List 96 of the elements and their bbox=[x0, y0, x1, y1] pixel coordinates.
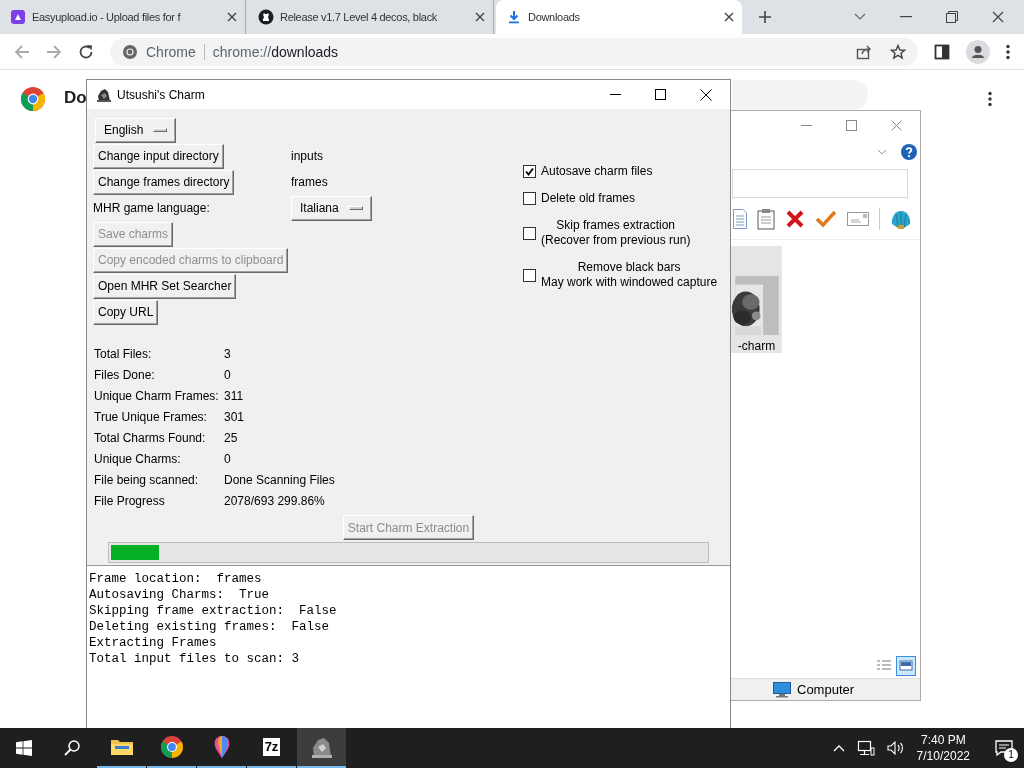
console-line: Deleting existing frames: False bbox=[89, 619, 331, 635]
stat-label: File being scanned: bbox=[94, 472, 199, 487]
app-icon bbox=[96, 86, 112, 103]
notification-button[interactable]: 1 bbox=[984, 728, 1024, 768]
star-icon[interactable] bbox=[890, 43, 906, 60]
document-icon[interactable] bbox=[733, 208, 747, 229]
profile-icon[interactable] bbox=[966, 39, 990, 64]
action-button[interactable]: Open MHR Set Searcher bbox=[93, 273, 237, 299]
stat-label: Total Charms Found: bbox=[94, 430, 206, 445]
stat-label: Unique Charms: bbox=[94, 451, 181, 466]
site-chip: Chrome bbox=[146, 43, 205, 60]
checkbox[interactable] bbox=[523, 192, 536, 205]
clock[interactable]: 7:40 PM 7/10/2022 bbox=[916, 732, 970, 764]
stat-value: 3 bbox=[224, 346, 231, 361]
stat-value: Done Scanning Files bbox=[224, 472, 335, 487]
stat-value: 25 bbox=[224, 430, 238, 445]
chevron-down-icon[interactable] bbox=[854, 13, 866, 21]
action-button[interactable]: Change frames directory bbox=[93, 169, 235, 195]
site-icon bbox=[10, 9, 26, 25]
console-line: Extracting Frames bbox=[89, 635, 218, 651]
volume-icon[interactable] bbox=[886, 740, 905, 756]
search-field[interactable] bbox=[732, 80, 868, 110]
option-label: Autosave charm files bbox=[541, 164, 653, 179]
close-icon[interactable] bbox=[992, 11, 1004, 23]
minimize-icon[interactable] bbox=[900, 16, 912, 18]
status-text: Computer bbox=[797, 682, 855, 697]
checkbox[interactable] bbox=[523, 165, 536, 178]
search-icon bbox=[64, 740, 80, 756]
maximize-icon[interactable] bbox=[655, 89, 666, 100]
shell-icon[interactable] bbox=[890, 208, 912, 229]
new-tab-icon[interactable] bbox=[758, 10, 772, 24]
delete-icon[interactable] bbox=[785, 208, 805, 229]
archive-icon: 7z bbox=[262, 738, 281, 756]
window-title: Utsushi's Charm bbox=[117, 87, 205, 102]
app-icon bbox=[309, 735, 334, 759]
minimize-icon[interactable] bbox=[801, 124, 812, 126]
windows-icon bbox=[16, 740, 32, 756]
browser-tab[interactable]: Easyupload.io - Upload files for f bbox=[0, 0, 246, 34]
envelope-icon[interactable] bbox=[847, 211, 869, 226]
stat-value: 0 bbox=[224, 367, 231, 382]
chrome-logo-icon bbox=[21, 87, 45, 111]
network-icon[interactable] bbox=[856, 740, 875, 756]
check-icon[interactable] bbox=[815, 209, 837, 228]
share-icon[interactable] bbox=[856, 43, 872, 60]
console-line: Frame location: frames bbox=[89, 571, 263, 587]
close-icon[interactable] bbox=[724, 12, 734, 22]
language-menu[interactable]: English bbox=[95, 117, 177, 143]
reload-icon[interactable] bbox=[78, 43, 94, 60]
download-icon bbox=[506, 9, 522, 25]
stat-value: 301 bbox=[224, 409, 245, 424]
option-label: Delete old frames bbox=[541, 191, 636, 206]
console-line: Autosaving Charms: True bbox=[89, 587, 271, 603]
stat-label: True Unique Frames: bbox=[94, 409, 207, 424]
url-text: chrome://downloads bbox=[212, 43, 339, 60]
option-label: Skip frames extraction (Recover from previous run) bbox=[541, 218, 691, 248]
more-icon[interactable] bbox=[988, 91, 992, 107]
browser-tab[interactable]: Release v1.7 Level 4 decos, black bbox=[248, 0, 494, 34]
help-icon[interactable] bbox=[901, 144, 917, 160]
checkbox[interactable] bbox=[523, 226, 536, 240]
close-icon[interactable] bbox=[475, 12, 485, 22]
caret-up-icon[interactable] bbox=[832, 744, 845, 752]
checkbox[interactable] bbox=[523, 268, 536, 282]
directory-value: inputs bbox=[291, 149, 324, 163]
stat-label: Files Done: bbox=[94, 367, 155, 382]
close-icon[interactable] bbox=[227, 12, 237, 22]
side-panel-icon[interactable] bbox=[934, 43, 950, 60]
stat-value: 311 bbox=[224, 388, 244, 403]
action-button[interactable]: Copy URL bbox=[93, 299, 159, 325]
address-field[interactable] bbox=[732, 169, 908, 198]
field-label: MHR game language: bbox=[93, 201, 210, 215]
clipboard-icon[interactable] bbox=[757, 207, 775, 230]
message-icon bbox=[995, 740, 1013, 756]
stat-value: 2078/693 299.86% bbox=[224, 493, 325, 508]
console-line: Skipping frame extraction: False bbox=[89, 603, 338, 619]
option-label: Remove black bars May work with windowed capture bbox=[541, 260, 718, 290]
notification-count: 1 bbox=[1004, 748, 1018, 762]
directory-value: frames bbox=[291, 175, 328, 189]
stat-label: File Progress bbox=[94, 493, 165, 508]
stat-label: Total Files: bbox=[94, 346, 152, 361]
console-line: Total input files to scan: 3 bbox=[89, 651, 301, 667]
browser-tab[interactable]: Downloads bbox=[496, 0, 742, 34]
page-heading: Do bbox=[64, 88, 87, 108]
stat-value: 0 bbox=[224, 451, 231, 466]
restore-icon[interactable] bbox=[946, 11, 958, 23]
action-button[interactable]: Change input directory bbox=[93, 143, 224, 169]
file-name: -charm bbox=[737, 339, 776, 353]
close-icon[interactable] bbox=[700, 88, 712, 101]
file-tile[interactable]: -charm bbox=[731, 246, 782, 353]
stat-label: Unique Charm Frames: bbox=[94, 388, 219, 403]
more-icon[interactable] bbox=[1006, 43, 1010, 60]
game-language-menu[interactable]: Italiana bbox=[291, 195, 372, 221]
preview-view-icon[interactable] bbox=[896, 656, 916, 676]
monitor-icon bbox=[773, 681, 791, 698]
address-bar[interactable]: Chrome chrome://downloads bbox=[110, 37, 918, 66]
taskbar-app[interactable] bbox=[297, 728, 346, 768]
chevron-down-icon[interactable] bbox=[877, 149, 887, 155]
